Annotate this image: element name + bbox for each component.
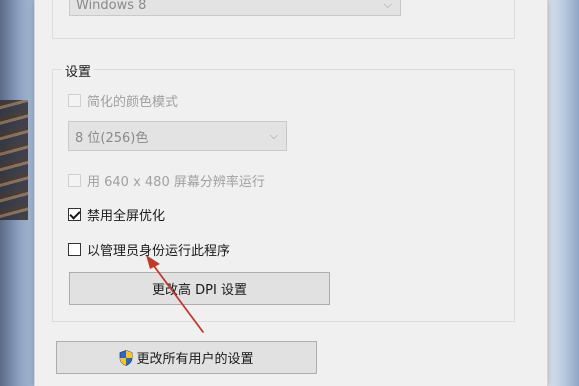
checkbox-box <box>68 174 81 187</box>
change-dpi-settings-button[interactable]: 更改高 DPI 设置 <box>69 272 330 305</box>
run-as-admin-checkbox[interactable]: 以管理员身份运行此程序 <box>68 240 230 259</box>
uac-shield-icon <box>119 349 133 366</box>
low-res-label: 用 640 x 480 屏幕分辨率运行 <box>87 175 265 190</box>
checkbox-box[interactable] <box>68 208 81 221</box>
color-depth-select-value: 8 位(256)色 <box>75 130 149 146</box>
reduced-color-label: 简化的颜色模式 <box>87 95 179 110</box>
os-compat-select: Windows 8 ⌵ <box>69 0 401 16</box>
reduced-color-checkbox: 简化的颜色模式 <box>68 91 178 110</box>
change-all-users-settings-label: 更改所有用户的设置 <box>136 352 254 367</box>
os-compat-select-value: Windows 8 <box>76 0 147 13</box>
chevron-down-icon: ⌵ <box>383 0 392 11</box>
change-all-users-settings-button[interactable]: 更改所有用户的设置 <box>56 341 317 374</box>
color-depth-select: 8 位(256)色 ⌵ <box>68 121 287 151</box>
checkbox-box[interactable] <box>68 243 81 256</box>
properties-dialog: Windows 8 ⌵ 设置 简化的颜色模式 8 位(256)色 ⌵ 用 640… <box>34 0 548 386</box>
chevron-down-icon: ⌵ <box>269 129 278 142</box>
change-dpi-settings-label: 更改高 DPI 设置 <box>152 283 247 298</box>
settings-group-label: 设置 <box>62 61 95 80</box>
disable-fullscreen-optimization-checkbox[interactable]: 禁用全屏优化 <box>68 205 165 224</box>
desktop-wallpaper-right <box>546 0 579 386</box>
low-res-checkbox: 用 640 x 480 屏幕分辨率运行 <box>68 171 265 190</box>
desktop-wallpaper <box>0 100 28 220</box>
run-as-admin-label[interactable]: 以管理员身份运行此程序 <box>87 240 230 259</box>
disable-fullscreen-optimization-label[interactable]: 禁用全屏优化 <box>87 205 165 224</box>
checkbox-box <box>68 94 81 107</box>
